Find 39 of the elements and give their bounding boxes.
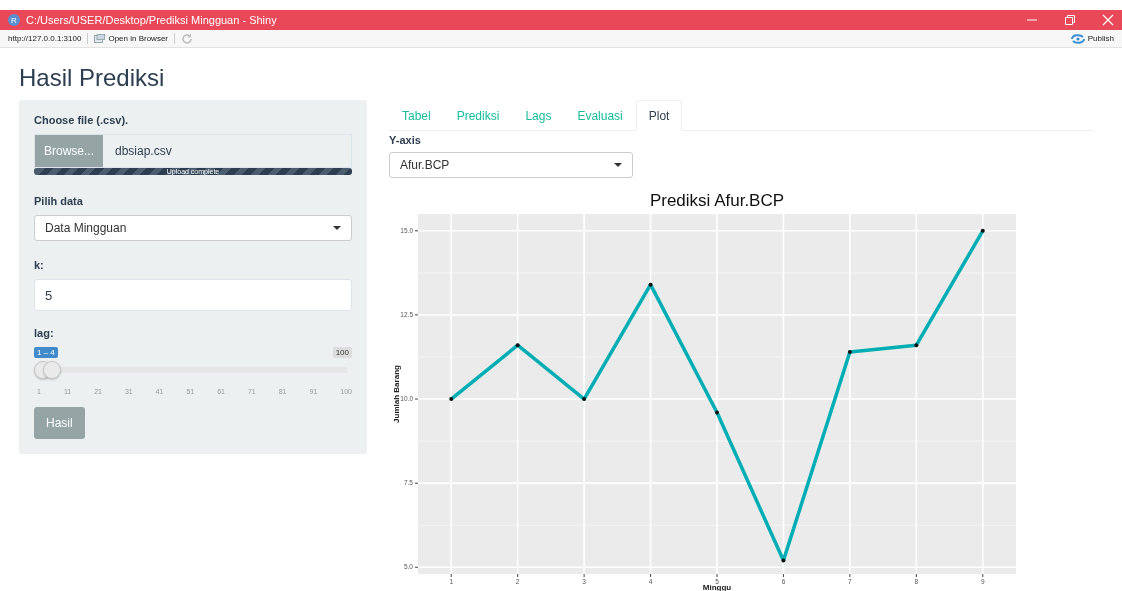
data-point xyxy=(648,282,653,287)
field-label: Choose file (.csv). xyxy=(34,114,130,126)
refresh-icon[interactable] xyxy=(181,32,193,45)
max-label: 100 xyxy=(332,347,352,358)
y-axis-title: Jumlah Barang xyxy=(392,365,401,423)
y-axis-select[interactable]: Afur.BCP xyxy=(389,152,633,178)
data-point xyxy=(715,410,719,415)
url-text: http://127.0.0.1:3100 xyxy=(8,34,82,43)
file-name: dbsiap.csv xyxy=(114,143,173,160)
file-input[interactable]: Browse... dbsiap.csv xyxy=(34,134,352,168)
data-select[interactable]: Data Mingguan xyxy=(34,215,352,241)
data-point xyxy=(914,343,919,348)
restore-icon[interactable] xyxy=(1064,14,1076,26)
page-title: Hasil Prediksi xyxy=(19,64,166,92)
range-value-label: 1 – 4 xyxy=(34,347,58,358)
caret-icon xyxy=(614,163,622,167)
data-point xyxy=(781,558,786,563)
x-axis-title: Minggu xyxy=(702,583,732,591)
slider-handle[interactable] xyxy=(43,361,62,379)
app-icon: R xyxy=(8,14,20,26)
data-point xyxy=(847,349,852,354)
field-label: Pilih data xyxy=(34,195,84,207)
tab[interactable]: Plot xyxy=(635,100,683,131)
k-input-field[interactable]: 5 xyxy=(34,279,352,311)
chart-title: Prediksi Afur.BCP xyxy=(649,191,785,210)
window-title: C:/Users/USER/Desktop/Prediksi Mingguan - Shiny xyxy=(26,14,277,26)
caret-icon xyxy=(333,226,341,230)
data-point xyxy=(980,228,985,233)
data-point xyxy=(582,397,587,402)
browser-window-icon xyxy=(94,34,106,43)
open-in-browser-button[interactable]: Open in Browser xyxy=(94,34,168,43)
data-point xyxy=(515,343,520,348)
field-label: lag: xyxy=(34,327,55,339)
publish-button[interactable]: Publish xyxy=(1070,33,1114,44)
publish-icon xyxy=(1070,33,1085,44)
data-point xyxy=(449,397,454,402)
field-label: k: xyxy=(34,259,45,271)
field-label: Y-axis xyxy=(389,134,422,146)
close-icon[interactable] xyxy=(1102,14,1114,26)
